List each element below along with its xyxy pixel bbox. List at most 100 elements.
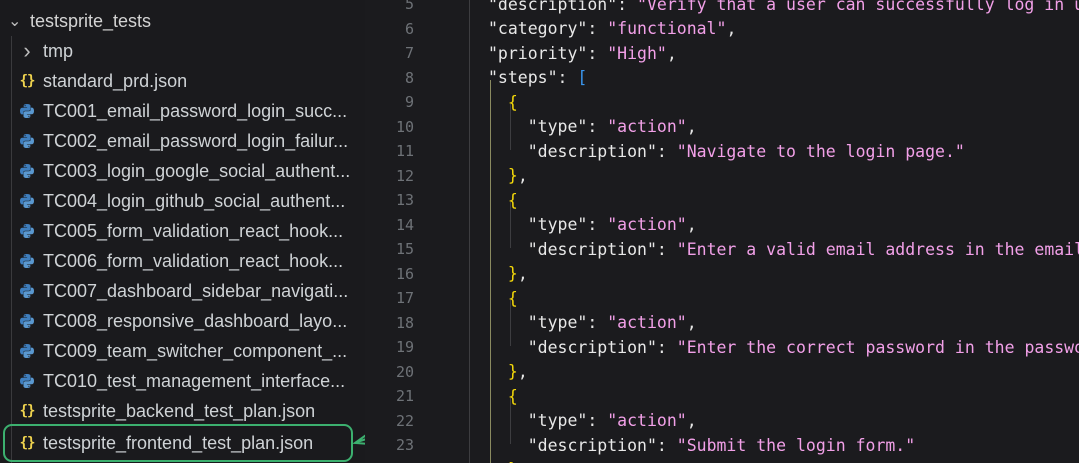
python-icon (17, 163, 37, 179)
code-token: "description" (527, 435, 657, 455)
code-token: : (587, 117, 608, 136)
code-token: "Enter a valid email address in the emai… (676, 239, 1079, 259)
line-number: 10 (395, 117, 414, 136)
json-icon: {} (19, 435, 36, 451)
folder-item[interactable]: › tmp (0, 36, 365, 66)
file-name: TC005_form_validation_react_hook... (43, 220, 344, 241)
code-text: { (488, 289, 518, 308)
code-line: 9 { (365, 90, 1079, 114)
code-line: 24 } (365, 458, 1079, 463)
line-number: 14 (395, 215, 414, 234)
python-icon (17, 223, 37, 239)
code-token: "description" (527, 337, 657, 357)
file-item[interactable]: TC002_email_password_login_failur... (0, 126, 365, 156)
code-token: "type" (527, 411, 588, 430)
chevron-down-icon: ⌄ (8, 13, 22, 30)
file-name: TC006_form_validation_react_hook... (43, 250, 344, 271)
code-line: 18 "type": "action", (365, 311, 1079, 335)
file-item[interactable]: TC004_login_github_social_authent... (0, 186, 365, 216)
code-token: , (517, 264, 528, 283)
code-token: , (686, 411, 697, 430)
code-line: 20 }, (365, 360, 1079, 384)
code-line: 8 "steps": [ (365, 66, 1079, 90)
file-name: TC010_test_management_interface... (43, 370, 346, 391)
code-token: : (656, 141, 677, 161)
indent-guide (510, 300, 511, 346)
code-line: 23 "description": "Submit the login form… (365, 433, 1079, 457)
code-token: "priority" (488, 43, 588, 63)
file-item[interactable]: TC009_team_switcher_component_... (0, 336, 365, 366)
line-number: 11 (395, 142, 414, 160)
code-text: { (488, 93, 518, 112)
code-token: : (587, 411, 608, 430)
file-name: TC007_dashboard_sidebar_navigati... (43, 280, 349, 301)
code-text: }, (488, 264, 528, 283)
code-line: 16 }, (365, 262, 1079, 286)
file-item[interactable]: TC005_form_validation_react_hook... (0, 216, 365, 246)
code-token: , (666, 43, 677, 63)
code-text: }, (488, 166, 528, 185)
code-token: : (656, 337, 677, 357)
code-token: , (686, 117, 697, 136)
code-token: "description" (488, 0, 618, 14)
json-icon: {} (19, 403, 36, 419)
code-token: "Enter the correct password in the passw… (676, 337, 1079, 357)
code-token: "category" (488, 19, 588, 38)
line-number: 23 (395, 436, 414, 454)
code-text: "type": "action", (488, 215, 697, 234)
python-icon (17, 193, 37, 209)
code-token: "action" (607, 215, 687, 234)
file-item[interactable]: TC007_dashboard_sidebar_navigati... (0, 276, 365, 306)
code-text: "description": "Enter the correct passwo… (488, 338, 1079, 357)
python-icon (17, 283, 37, 299)
file-item-selected[interactable]: {} testsprite_frontend_test_plan.json (3, 424, 353, 462)
code-token: , (686, 215, 697, 234)
code-line: 22 "type": "action", (365, 409, 1079, 433)
code-text: "description": "Verify that a user can s… (488, 0, 1079, 14)
code-line: 11 "description": "Navigate to the login… (365, 139, 1079, 163)
file-item[interactable]: TC006_form_validation_react_hook... (0, 246, 365, 276)
file-item[interactable]: TC003_login_google_social_authent... (0, 156, 365, 186)
code-token: } (507, 362, 518, 381)
file-item[interactable]: TC008_responsive_dashboard_layo... (0, 306, 365, 336)
folder-testsprite-tests[interactable]: ⌄ testsprite_tests (0, 6, 365, 36)
code-token: "action" (607, 117, 687, 136)
file-item[interactable]: {} testsprite_backend_test_plan.json (0, 396, 365, 426)
file-name: TC001_email_password_login_succ... (43, 100, 348, 121)
code-text: "steps": [ (488, 68, 587, 87)
code-token: } (507, 166, 518, 185)
indent-guide (510, 202, 511, 248)
code-editor[interactable]: 5 "description": "Verify that a user can … (365, 0, 1079, 463)
line-number: 19 (395, 338, 414, 356)
code-token: [ (577, 68, 588, 87)
code-token: , (517, 166, 528, 185)
file-item[interactable]: TC001_email_password_login_succ... (0, 96, 365, 126)
code-token: "steps" (488, 68, 558, 87)
python-icon (17, 133, 37, 149)
code-token: "description" (527, 239, 657, 259)
file-name: TC003_login_google_social_authent... (43, 160, 351, 181)
file-item[interactable]: {} standard_prd.json (0, 66, 365, 96)
code-token: : (587, 313, 608, 332)
code-text: { (488, 387, 518, 406)
file-name: TC004_login_github_social_authent... (43, 190, 346, 211)
code-line: 13 { (365, 188, 1079, 212)
line-number: 17 (395, 289, 414, 307)
line-number: 20 (395, 362, 414, 381)
code-token: , (517, 362, 528, 381)
code-line: 19 "description": "Enter the correct pas… (365, 335, 1079, 359)
python-icon (17, 373, 37, 389)
code-text: "type": "action", (488, 117, 697, 136)
code-token: "High" (607, 43, 667, 63)
indent-guide (490, 80, 491, 463)
code-token: "action" (607, 411, 687, 430)
file-item[interactable]: TC010_test_management_interface... (0, 366, 365, 396)
code-text: "description": "Navigate to the login pa… (488, 142, 965, 161)
code-text: "type": "action", (488, 411, 697, 430)
